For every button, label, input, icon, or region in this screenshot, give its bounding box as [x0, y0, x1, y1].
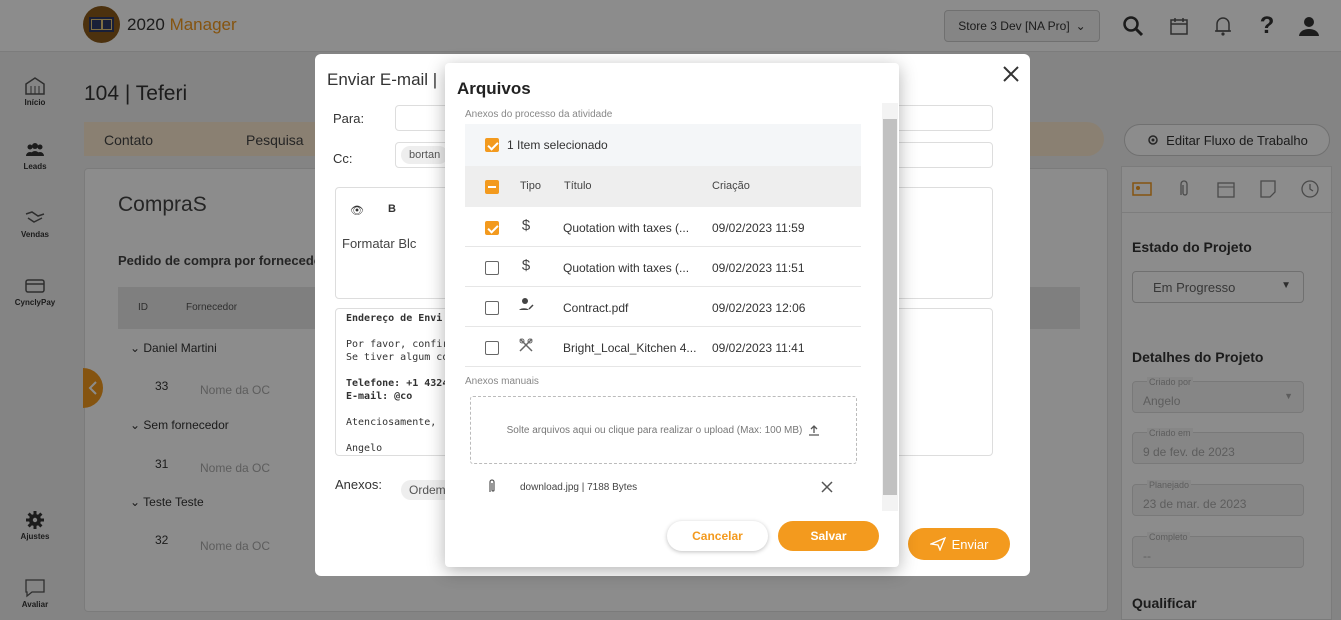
send-button[interactable]: Enviar: [908, 528, 1010, 560]
col-title[interactable]: Título: [564, 180, 592, 192]
file-row[interactable]: $ Quotation with taxes (... 09/02/2023 1…: [465, 247, 861, 287]
manual-attachments-heading: Anexos manuais: [465, 376, 539, 387]
format-block-select[interactable]: Formatar Blc: [342, 236, 416, 251]
send-icon: [929, 537, 946, 551]
row-checkbox[interactable]: [485, 341, 499, 355]
contract-icon: [518, 297, 534, 315]
to-label: Para:: [333, 111, 365, 126]
row-checkbox[interactable]: [485, 221, 499, 235]
row-checkbox[interactable]: [485, 301, 499, 315]
selection-checkbox[interactable]: [485, 138, 499, 152]
bold-icon[interactable]: B: [388, 203, 396, 215]
col-type[interactable]: Tipo: [520, 180, 541, 192]
close-icon[interactable]: [1001, 64, 1021, 84]
cc-label: Cc:: [333, 151, 353, 166]
email-dialog-title: Enviar E-mail |: [327, 70, 438, 89]
upload-dropzone[interactable]: Solte arquivos aqui ou clique para reali…: [470, 396, 857, 464]
save-button[interactable]: Salvar: [778, 521, 879, 551]
file-row[interactable]: Bright_Local_Kitchen 4... 09/02/2023 11:…: [465, 327, 861, 367]
files-dialog-title: Arquivos: [457, 79, 531, 98]
upload-icon: [809, 425, 820, 436]
dollar-icon: $: [521, 217, 531, 234]
paperclip-icon: [489, 479, 495, 492]
cancel-button[interactable]: Cancelar: [667, 521, 768, 551]
select-all-checkbox[interactable]: [485, 180, 499, 194]
process-attachments-heading: Anexos do processo da atividade: [465, 109, 613, 120]
files-dialog: Arquivos Anexos do processo da atividade…: [445, 63, 899, 567]
col-created[interactable]: Criação: [712, 180, 750, 192]
selection-bar: 1 Item selecionado: [465, 124, 861, 166]
cc-chip[interactable]: bortan: [401, 146, 449, 164]
remove-file-icon[interactable]: [820, 480, 834, 494]
attached-file-row: download.jpg | 7188 Bytes: [487, 478, 837, 498]
files-table-header: Tipo Título Criação: [465, 166, 861, 207]
row-checkbox[interactable]: [485, 261, 499, 275]
dollar-icon: $: [521, 257, 531, 274]
design-tools-icon: [518, 337, 534, 355]
file-row[interactable]: $ Quotation with taxes (... 09/02/2023 1…: [465, 207, 861, 247]
preview-icon[interactable]: 👁: [350, 204, 364, 217]
attachments-label: Anexos:: [335, 477, 382, 492]
files-scrollbar-thumb[interactable]: [883, 119, 897, 495]
file-row[interactable]: Contract.pdf 09/02/2023 12:06: [465, 287, 861, 327]
